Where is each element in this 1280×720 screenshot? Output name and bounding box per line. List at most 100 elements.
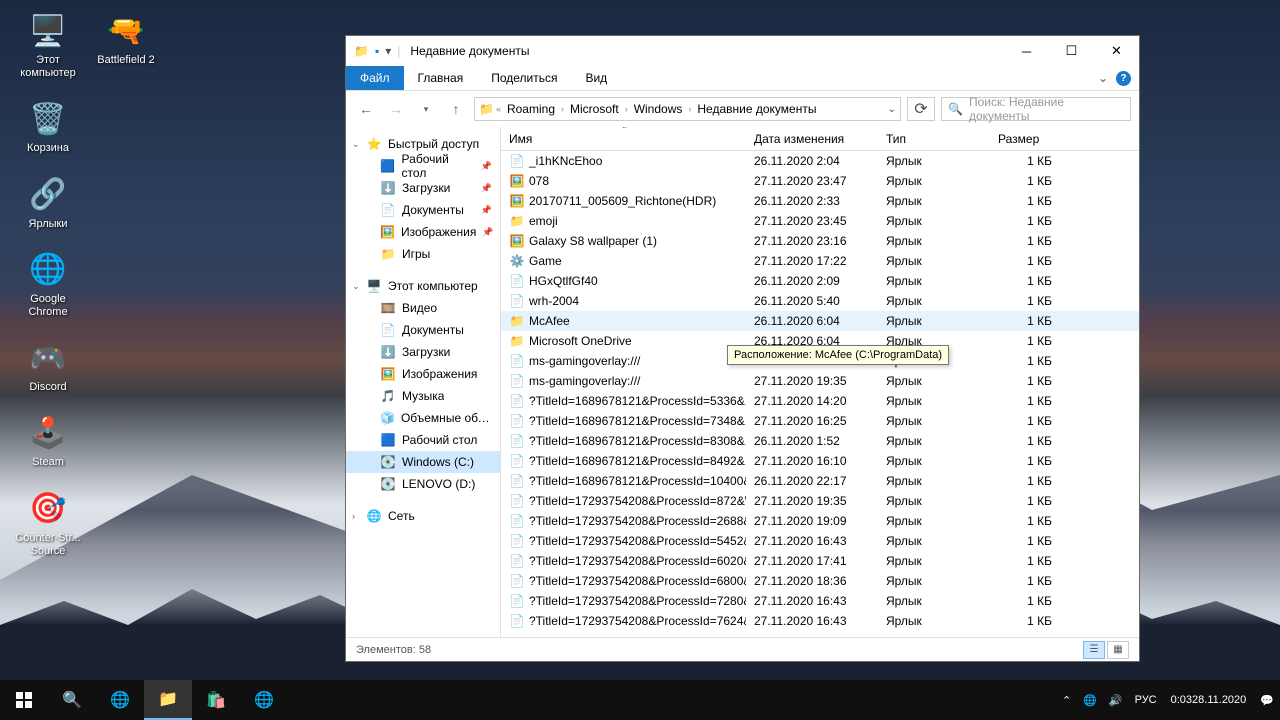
ribbon-collapse-icon[interactable]: ⌄: [1098, 71, 1108, 85]
desktop-icon-steam[interactable]: 🕹️Steam: [10, 412, 86, 469]
qat-dropdown-icon[interactable]: ▾: [385, 44, 391, 58]
nav-item[interactable]: 🖼️Изображения: [346, 363, 500, 385]
tray-clock[interactable]: 0:03 28.11.2020: [1163, 680, 1255, 720]
file-row[interactable]: 📄?TitleId=17293754208&ProcessId=7624&...…: [501, 611, 1139, 631]
nav-network[interactable]: › 🌐 Сеть: [346, 505, 500, 527]
breadcrumb-dropdown-icon[interactable]: ⌄: [888, 104, 896, 115]
file-list[interactable]: 📄_i1hKNcEhoo26.11.2020 2:04Ярлык1 КБ🖼️07…: [501, 151, 1139, 637]
file-date: 27.11.2020 16:10: [746, 454, 878, 468]
search-input[interactable]: 🔍 Поиск: Недавние документы: [941, 97, 1131, 121]
file-icon: 📄: [509, 373, 525, 389]
details-view-button[interactable]: ☰: [1083, 641, 1105, 659]
nav-item[interactable]: ⬇️Загрузки📌: [346, 177, 500, 199]
nav-item[interactable]: 🎵Музыка: [346, 385, 500, 407]
file-row[interactable]: 📄?TitleId=17293754208&ProcessId=5452&...…: [501, 531, 1139, 551]
file-row[interactable]: 📄?TitleId=1689678121&ProcessId=7348&...2…: [501, 411, 1139, 431]
column-date[interactable]: Дата изменения: [746, 127, 878, 150]
file-row[interactable]: 📄?TitleId=1689678121&ProcessId=8308&...2…: [501, 431, 1139, 451]
column-size[interactable]: Размер: [990, 127, 1139, 150]
file-row[interactable]: 📄?TitleId=17293754208&ProcessId=872&Wi..…: [501, 491, 1139, 511]
tray-network-icon[interactable]: 🌐: [1077, 680, 1103, 720]
breadcrumb-item[interactable]: Microsoft: [566, 102, 623, 116]
breadcrumb-root-icon[interactable]: 📁: [479, 102, 494, 116]
file-row[interactable]: 📄?TitleId=17293754208&ProcessId=2688&...…: [501, 511, 1139, 531]
desktop-icon-this-pc[interactable]: 🖥️Этоткомпьютер: [10, 10, 86, 80]
help-icon[interactable]: ?: [1116, 71, 1131, 86]
file-row[interactable]: 📄?TitleId=17293754208&ProcessId=7280&...…: [501, 591, 1139, 611]
file-row[interactable]: 📄?TitleId=1689678121&ProcessId=5336&...2…: [501, 391, 1139, 411]
file-row[interactable]: 📄?TitleId=17293754208&ProcessId=6800&...…: [501, 571, 1139, 591]
file-row[interactable]: 📄?TitleId=1689678121&ProcessId=8492&...2…: [501, 451, 1139, 471]
nav-this-pc[interactable]: ⌄ 🖥️ Этот компьютер: [346, 275, 500, 297]
up-button[interactable]: ↑: [444, 97, 468, 121]
tray-overflow-button[interactable]: ⌃: [1056, 680, 1077, 720]
file-row[interactable]: 📄_i1hKNcEhoo26.11.2020 2:04Ярлык1 КБ: [501, 151, 1139, 171]
breadcrumb-item[interactable]: Недавние документы: [693, 102, 820, 116]
nav-item[interactable]: 🟦Рабочий стол📌: [346, 155, 500, 177]
tab-share[interactable]: Поделиться: [477, 66, 571, 90]
forward-button[interactable]: →: [384, 97, 408, 121]
titlebar[interactable]: 📁 ▪ ▾ | Недавние документы ─ ☐ ✕: [346, 36, 1139, 66]
file-date: 27.11.2020 14:20: [746, 394, 878, 408]
pin-icon: 📌: [482, 227, 493, 238]
file-row[interactable]: 📄?TitleId=1689678121&ProcessId=10400&...…: [501, 471, 1139, 491]
breadcrumb-item[interactable]: Windows: [630, 102, 687, 116]
tray-language[interactable]: РУС: [1129, 680, 1163, 720]
column-type[interactable]: Тип: [878, 127, 990, 150]
taskbar-explorer[interactable]: 📁: [144, 680, 192, 720]
file-row[interactable]: 📄wrh-200426.11.2020 5:40Ярлык1 КБ: [501, 291, 1139, 311]
nav-item[interactable]: 💽Windows (C:): [346, 451, 500, 473]
search-button[interactable]: 🔍: [48, 680, 96, 720]
nav-item-icon: ⬇️: [380, 344, 396, 360]
file-row[interactable]: 🖼️Galaxy S8 wallpaper (1)27.11.2020 23:1…: [501, 231, 1139, 251]
refresh-button[interactable]: ⟳: [907, 97, 935, 121]
maximize-button[interactable]: ☐: [1049, 36, 1094, 66]
nav-item[interactable]: 📁Игры: [346, 243, 500, 265]
properties-icon[interactable]: ▪: [375, 44, 379, 58]
desktop-icon-google-chrome[interactable]: 🌐GoogleChrome: [10, 249, 86, 319]
icons-view-button[interactable]: ▦: [1107, 641, 1129, 659]
minimize-button[interactable]: ─: [1004, 36, 1049, 66]
breadcrumb-item[interactable]: Roaming: [503, 102, 559, 116]
file-row[interactable]: 📁emoji27.11.2020 23:45Ярлык1 КБ: [501, 211, 1139, 231]
file-row[interactable]: 🖼️20170711_005609_Richtone(HDR)26.11.202…: [501, 191, 1139, 211]
desktop-icon-shortcuts[interactable]: 🔗Ярлыки: [10, 174, 86, 231]
tab-file[interactable]: Файл: [346, 66, 404, 90]
nav-item[interactable]: 🖼️Изображения📌: [346, 221, 500, 243]
nav-item[interactable]: 🎞️Видео: [346, 297, 500, 319]
taskbar-store[interactable]: 🛍️: [192, 680, 240, 720]
tab-home[interactable]: Главная: [404, 66, 478, 90]
taskbar-edge[interactable]: 🌐: [96, 680, 144, 720]
file-row[interactable]: 📄?TitleId=17293754208&ProcessId=6020&...…: [501, 551, 1139, 571]
recent-locations-button[interactable]: ▾: [414, 97, 438, 121]
start-button[interactable]: [0, 680, 48, 720]
file-row[interactable]: 📁McAfee26.11.2020 6:04Ярлык1 КБ: [501, 311, 1139, 331]
nav-item[interactable]: 📄Документы📌: [346, 199, 500, 221]
desktop-icon-recycle-bin[interactable]: 🗑️Корзина: [10, 98, 86, 155]
file-row[interactable]: 🖼️07827.11.2020 23:47Ярлык1 КБ: [501, 171, 1139, 191]
file-date: 26.11.2020 5:40: [746, 294, 878, 308]
close-button[interactable]: ✕: [1094, 36, 1139, 66]
nav-item[interactable]: 🧊Объемные объекты: [346, 407, 500, 429]
desktop-icon-discord[interactable]: 🎮Discord: [10, 337, 86, 394]
file-size: 1 КБ: [990, 594, 1060, 608]
file-row[interactable]: 📄ms-gamingoverlay:///27.11.2020 19:35Ярл…: [501, 371, 1139, 391]
nav-item[interactable]: 🟦Рабочий стол: [346, 429, 500, 451]
file-name: Game: [529, 254, 562, 268]
nav-item[interactable]: 📄Документы: [346, 319, 500, 341]
tray-notifications-icon[interactable]: 💬: [1254, 680, 1280, 720]
tray-volume-icon[interactable]: 🔊: [1103, 680, 1129, 720]
chevron-right-icon[interactable]: ›: [352, 511, 364, 521]
chevron-down-icon[interactable]: ⌄: [352, 139, 364, 150]
file-row[interactable]: 📄HGxQtlfGf4026.11.2020 2:09Ярлык1 КБ: [501, 271, 1139, 291]
desktop-icon-counter-strike-source[interactable]: 🎯Counter-Str...Source: [10, 488, 86, 558]
back-button[interactable]: ←: [354, 97, 378, 121]
desktop-icon-battlefield-2[interactable]: 🔫Battlefield 2: [88, 10, 164, 67]
chevron-down-icon[interactable]: ⌄: [352, 281, 364, 292]
nav-item[interactable]: 💽LENOVO (D:): [346, 473, 500, 495]
nav-item[interactable]: ⬇️Загрузки: [346, 341, 500, 363]
breadcrumb[interactable]: 📁 « Roaming› Microsoft› Windows› Недавни…: [474, 97, 901, 121]
file-row[interactable]: ⚙️Game27.11.2020 17:22Ярлык1 КБ: [501, 251, 1139, 271]
tab-view[interactable]: Вид: [571, 66, 621, 90]
taskbar-chrome[interactable]: 🌐: [240, 680, 288, 720]
